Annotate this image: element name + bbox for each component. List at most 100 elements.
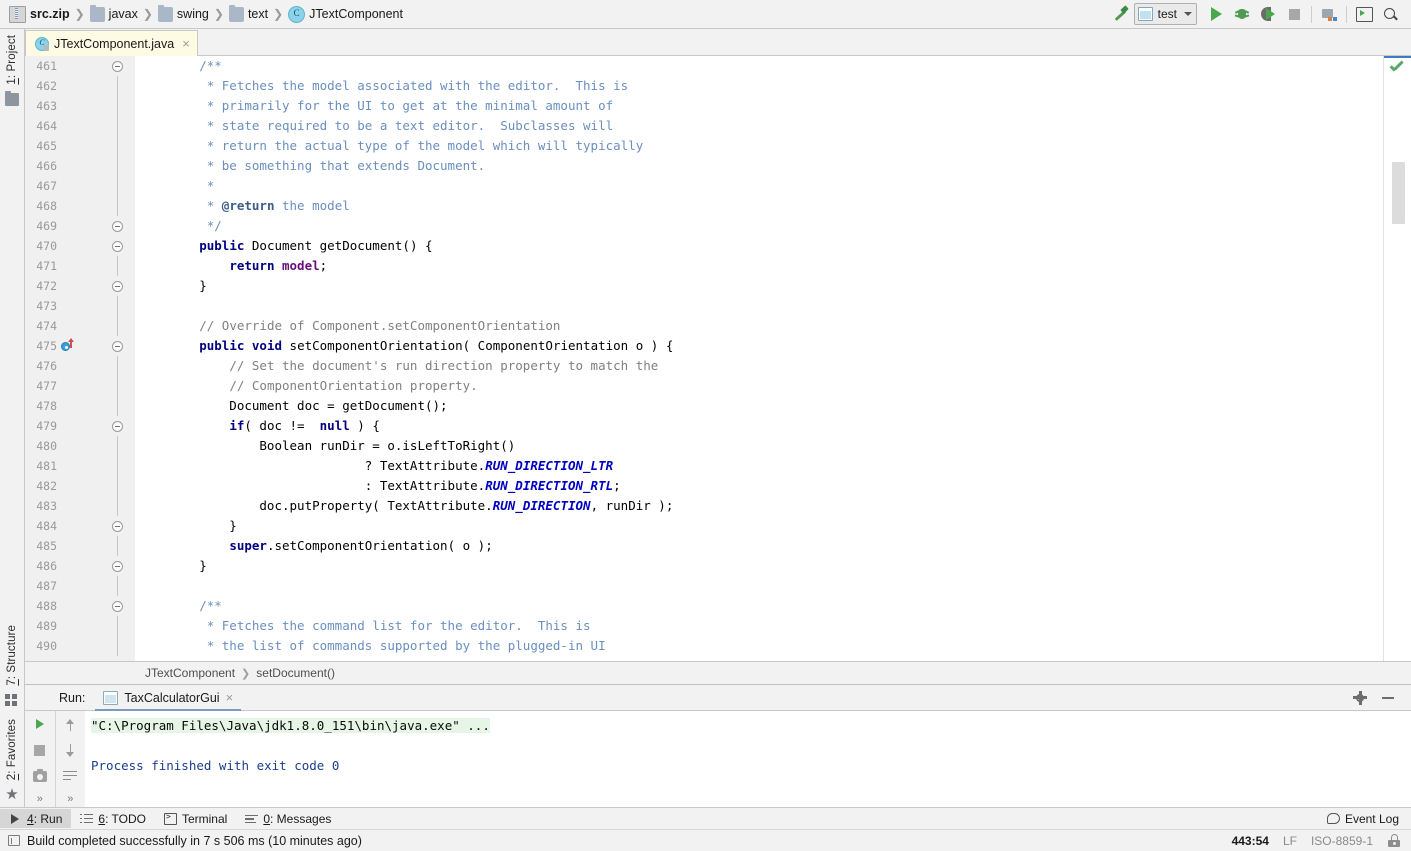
fold-toggle-icon[interactable] xyxy=(112,521,123,532)
event-log-button[interactable]: Event Log xyxy=(1326,812,1411,826)
more-actions-button[interactable]: » xyxy=(67,794,73,805)
gutter-row[interactable]: 486 xyxy=(25,556,135,576)
fold-toggle-icon[interactable] xyxy=(112,561,123,572)
code-line[interactable]: ? TextAttribute.RUN_DIRECTION_LTR xyxy=(139,456,1383,476)
gutter-row[interactable]: 487 xyxy=(25,576,135,596)
fold-toggle-icon[interactable] xyxy=(112,241,123,252)
gutter-row[interactable]: 482 xyxy=(25,476,135,496)
gutter-row[interactable]: 485 xyxy=(25,536,135,556)
code-line[interactable]: Boolean runDir = o.isLeftToRight() xyxy=(139,436,1383,456)
fold-toggle-icon[interactable] xyxy=(112,421,123,432)
code-line[interactable] xyxy=(139,296,1383,316)
gutter-row[interactable]: 479 xyxy=(25,416,135,436)
code-line[interactable]: return model; xyxy=(139,256,1383,276)
code-line[interactable]: * return the actual type of the model wh… xyxy=(139,136,1383,156)
editor-right-gutter[interactable] xyxy=(1383,56,1411,661)
rerun-button[interactable] xyxy=(31,716,49,732)
tool-window-todo[interactable]: 6: TODO xyxy=(71,809,155,828)
print-button[interactable] xyxy=(31,768,49,784)
fold-toggle-icon[interactable] xyxy=(112,341,123,352)
previous-occurrence-button[interactable] xyxy=(61,716,79,732)
gutter-row[interactable]: 477 xyxy=(25,376,135,396)
gutter-row[interactable]: 462 xyxy=(25,76,135,96)
run-with-coverage-button[interactable] xyxy=(1255,1,1281,27)
code-line[interactable]: } xyxy=(139,516,1383,536)
caret-position[interactable]: 443:54 xyxy=(1232,834,1269,848)
code-line[interactable]: } xyxy=(139,276,1383,296)
gutter-row[interactable]: 469 xyxy=(25,216,135,236)
code-area[interactable]: /** * Fetches the model associated with … xyxy=(135,56,1383,661)
gutter-row[interactable]: 484 xyxy=(25,516,135,536)
code-line[interactable]: : TextAttribute.RUN_DIRECTION_RTL; xyxy=(139,476,1383,496)
code-line[interactable]: public void setComponentOrientation( Com… xyxy=(139,336,1383,356)
gutter-row[interactable]: 490 xyxy=(25,636,135,656)
console-output[interactable]: "C:\Program Files\Java\jdk1.8.0_151\bin\… xyxy=(85,711,1411,807)
project-structure-button[interactable] xyxy=(1316,1,1342,27)
more-actions-button[interactable]: » xyxy=(37,794,43,805)
fold-toggle-icon[interactable] xyxy=(112,281,123,292)
search-everywhere-button[interactable] xyxy=(1377,1,1403,27)
code-line[interactable]: /** xyxy=(139,56,1383,76)
gutter-row[interactable]: 488 xyxy=(25,596,135,616)
select-run-window-button[interactable] xyxy=(1351,1,1377,27)
line-separator[interactable]: LF xyxy=(1283,834,1297,848)
sidebar-item-structure[interactable]: 7: Structure xyxy=(6,619,18,692)
gutter-row[interactable]: 478 xyxy=(25,396,135,416)
code-line[interactable]: // Override of Component.setComponentOri… xyxy=(139,316,1383,336)
gutter-row[interactable]: 472 xyxy=(25,276,135,296)
tool-window-terminal[interactable]: Terminal xyxy=(155,809,236,828)
soft-wrap-button[interactable] xyxy=(61,768,79,784)
gutter-row[interactable]: 464 xyxy=(25,116,135,136)
code-line[interactable]: * xyxy=(139,176,1383,196)
gutter-row[interactable]: 466 xyxy=(25,156,135,176)
code-line[interactable]: Document doc = getDocument(); xyxy=(139,396,1383,416)
code-line[interactable] xyxy=(139,576,1383,596)
run-button[interactable] xyxy=(1203,1,1229,27)
fold-toggle-icon[interactable] xyxy=(112,221,123,232)
code-line[interactable]: doc.putProperty( TextAttribute.RUN_DIREC… xyxy=(139,496,1383,516)
code-line[interactable]: * state required to be a text editor. Su… xyxy=(139,116,1383,136)
breadcrumb-item-text[interactable]: text xyxy=(228,4,268,22)
breadcrumb-item-jtextcomponent[interactable]: JTextComponent xyxy=(288,5,403,23)
code-line[interactable]: */ xyxy=(139,216,1383,236)
ok-check-icon[interactable] xyxy=(1390,61,1404,74)
gutter-row[interactable]: 471 xyxy=(25,256,135,276)
code-line[interactable]: super.setComponentOrientation( o ); xyxy=(139,536,1383,556)
editor-gutter[interactable]: 461 462 463 464 465 466 467 468 469 470 471 472 473 4… xyxy=(25,56,135,661)
breadcrumb-item-swing[interactable]: swing xyxy=(157,4,209,22)
run-configuration-selector[interactable]: test xyxy=(1133,3,1197,25)
code-line[interactable]: public Document getDocument() { xyxy=(139,236,1383,256)
code-line[interactable]: * the list of commands supported by the … xyxy=(139,636,1383,656)
gutter-row[interactable]: 465 xyxy=(25,136,135,156)
code-line[interactable]: } xyxy=(139,556,1383,576)
build-button[interactable] xyxy=(1108,1,1134,27)
breadcrumb-method[interactable]: setDocument() xyxy=(256,666,335,680)
gutter-row[interactable]: 473 xyxy=(25,296,135,316)
code-line[interactable]: // Set the document's run direction prop… xyxy=(139,356,1383,376)
code-line[interactable]: * be something that extends Document. xyxy=(139,156,1383,176)
run-settings-button[interactable] xyxy=(1347,685,1373,711)
gutter-row[interactable]: 476 xyxy=(25,356,135,376)
stop-button[interactable] xyxy=(1281,1,1307,27)
breadcrumb-item-src-zip[interactable]: src.zip xyxy=(9,5,70,23)
lock-icon[interactable] xyxy=(1387,834,1401,847)
debug-button[interactable] xyxy=(1229,1,1255,27)
run-tab-taxcalculatorgui[interactable]: TaxCalculatorGui × xyxy=(95,686,241,711)
stop-process-button[interactable] xyxy=(31,742,49,758)
sidebar-item-favorites[interactable]: 2: Favorites xyxy=(6,713,18,786)
gutter-row[interactable]: 461 xyxy=(25,56,135,76)
tool-window-run[interactable]: 4: Run xyxy=(0,809,72,828)
gutter-row[interactable]: 474 xyxy=(25,316,135,336)
gutter-row[interactable]: 483 xyxy=(25,496,135,516)
gutter-row[interactable]: 470 xyxy=(25,236,135,256)
gutter-row[interactable]: 468 xyxy=(25,196,135,216)
override-icon[interactable] xyxy=(61,338,73,352)
gutter-row[interactable]: 480 xyxy=(25,436,135,456)
gutter-row[interactable]: 489 xyxy=(25,616,135,636)
breadcrumb-class[interactable]: JTextComponent xyxy=(145,666,235,680)
code-line[interactable]: * Fetches the command list for the edito… xyxy=(139,616,1383,636)
fold-toggle-icon[interactable] xyxy=(112,601,123,612)
code-line[interactable]: // ComponentOrientation property. xyxy=(139,376,1383,396)
breadcrumb-item-javax[interactable]: javax xyxy=(89,4,138,22)
fold-toggle-icon[interactable] xyxy=(112,61,123,72)
